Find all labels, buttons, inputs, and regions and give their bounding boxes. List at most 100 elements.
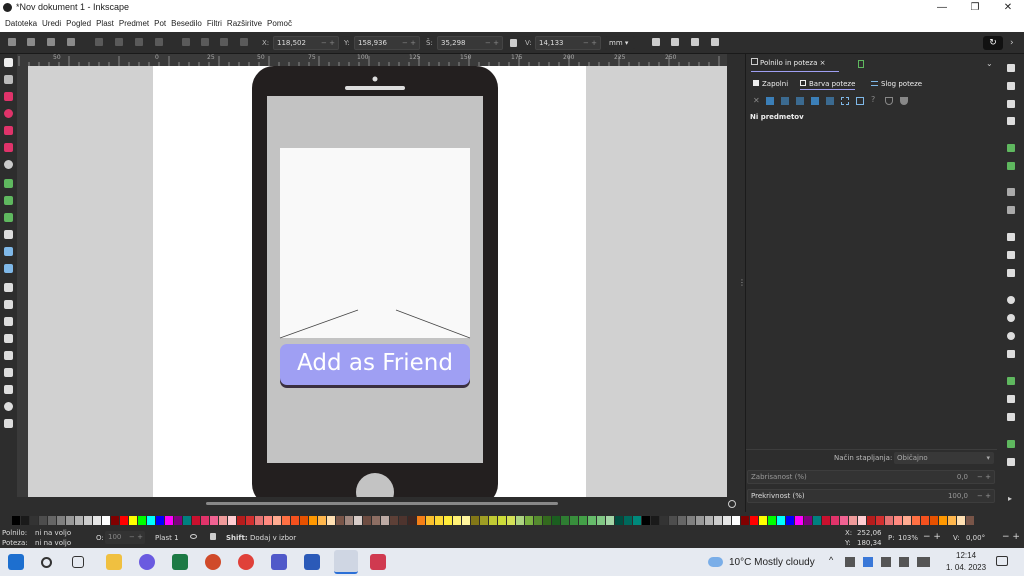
layer-name[interactable]: Plast 1 bbox=[155, 534, 179, 542]
w-field[interactable]: 35,298− + bbox=[437, 36, 503, 50]
raise-top-icon[interactable] bbox=[182, 38, 190, 46]
weather-text[interactable]: 10°C Mostly cloudy bbox=[729, 557, 815, 568]
redo-icon[interactable] bbox=[1007, 206, 1015, 214]
open-icon[interactable] bbox=[1007, 82, 1015, 90]
panel-tab[interactable]: Polnilo in poteza × bbox=[751, 58, 839, 72]
pages-tool-icon[interactable] bbox=[4, 419, 13, 428]
rotation-stepper[interactable]: − + bbox=[1002, 532, 1020, 542]
lock-icon[interactable] bbox=[510, 39, 517, 47]
deselect-icon[interactable] bbox=[47, 38, 55, 46]
tray-icons[interactable] bbox=[845, 557, 930, 567]
connector-tool-icon[interactable] bbox=[4, 368, 13, 377]
powerpoint-icon[interactable] bbox=[205, 554, 221, 570]
unset-paint-icon[interactable]: ? bbox=[871, 95, 875, 104]
opacity-field[interactable]: Prekrivnost (%) 100,0− + bbox=[747, 489, 995, 503]
subtab-fill[interactable]: Zapolni bbox=[753, 80, 788, 88]
excel-icon[interactable] bbox=[172, 554, 188, 570]
spray-tool-icon[interactable] bbox=[4, 334, 13, 343]
blur-field[interactable]: Zabrisanost (%) 0,0− + bbox=[747, 470, 995, 484]
unit-select[interactable]: mm ▾ bbox=[605, 36, 635, 50]
move-pattern-icon[interactable] bbox=[711, 38, 719, 46]
panel-menu-icon[interactable]: ⌄ bbox=[986, 59, 993, 68]
paste-icon[interactable] bbox=[1007, 269, 1015, 277]
lower-icon[interactable] bbox=[220, 38, 228, 46]
subtab-stroke-style[interactable]: Slog poteze bbox=[871, 80, 922, 88]
clock-date[interactable]: 1. 04. 2023 bbox=[946, 563, 986, 572]
clone-icon[interactable] bbox=[1007, 395, 1015, 403]
raise-icon[interactable] bbox=[201, 38, 209, 46]
node-tool-icon[interactable] bbox=[4, 75, 13, 84]
layer-visibility-icon[interactable] bbox=[190, 534, 197, 539]
h-field[interactable]: 14,133− + bbox=[535, 36, 601, 50]
zoom-stepper[interactable]: − + bbox=[923, 532, 941, 542]
measure-tool-icon[interactable] bbox=[4, 385, 13, 394]
media-player-icon[interactable] bbox=[139, 554, 155, 570]
pen-tool-icon[interactable] bbox=[4, 179, 13, 188]
flip-v-icon[interactable] bbox=[155, 38, 163, 46]
pencil-tool-icon[interactable] bbox=[4, 196, 13, 205]
horizontal-scrollbar[interactable] bbox=[206, 502, 558, 505]
rectangle-tool-icon[interactable] bbox=[4, 92, 13, 101]
swatch-grid-icon[interactable] bbox=[856, 97, 864, 105]
ungroup-icon[interactable] bbox=[1007, 458, 1015, 466]
menu-uredi[interactable]: Uredi bbox=[42, 16, 61, 32]
subtab-stroke-paint[interactable]: Barva poteze bbox=[800, 80, 856, 90]
group-icon[interactable] bbox=[1007, 440, 1015, 448]
menu-plast[interactable]: Plast bbox=[96, 16, 114, 32]
copy-icon[interactable] bbox=[1007, 233, 1015, 241]
rotate-cw-icon[interactable] bbox=[115, 38, 123, 46]
maximize-button[interactable]: ❐ bbox=[968, 1, 982, 15]
no-paint-icon[interactable]: ✕ bbox=[753, 96, 760, 105]
command-palette-button[interactable]: ↻ bbox=[983, 36, 1003, 50]
rotation-value[interactable]: 0,00° bbox=[966, 534, 985, 542]
menu-datoteka[interactable]: Datoteka bbox=[5, 16, 37, 32]
color-palette[interactable] bbox=[0, 512, 1024, 526]
chrome-icon[interactable] bbox=[238, 554, 254, 570]
opacity-status-field[interactable]: 100− + bbox=[105, 531, 145, 544]
phone-mockup-drawing[interactable] bbox=[28, 66, 727, 497]
unlink-clone-icon[interactable] bbox=[1007, 413, 1015, 421]
import-icon[interactable] bbox=[1007, 144, 1015, 152]
menu-pogled[interactable]: Pogled bbox=[66, 16, 91, 32]
commands-overflow-icon[interactable]: ▸ bbox=[1008, 494, 1012, 503]
mesh-gradient-icon[interactable] bbox=[811, 97, 819, 105]
canvas-rotate-icon[interactable] bbox=[728, 500, 736, 508]
move-gradient-icon[interactable] bbox=[691, 38, 699, 46]
menu-predmet[interactable]: Predmet bbox=[119, 16, 149, 32]
y-field[interactable]: 158,936− + bbox=[354, 36, 420, 50]
calligraphy-tool-icon[interactable] bbox=[4, 213, 13, 222]
canvas[interactable]: Add as Friend bbox=[28, 66, 727, 497]
scale-stroke-icon[interactable] bbox=[652, 38, 660, 46]
spiral-tool-icon[interactable] bbox=[4, 160, 13, 169]
paint-bucket-icon[interactable] bbox=[4, 300, 13, 309]
word-icon[interactable] bbox=[304, 554, 320, 570]
windows-start-icon[interactable] bbox=[8, 554, 24, 570]
touch-select-icon[interactable] bbox=[67, 38, 75, 46]
dropper-tool-icon[interactable] bbox=[4, 283, 13, 292]
tray-chevron-icon[interactable]: ^ bbox=[829, 555, 833, 565]
zoom-value[interactable]: 103% bbox=[898, 534, 918, 542]
fill-rule-evenodd-icon[interactable] bbox=[885, 97, 893, 105]
zoom-width-icon[interactable] bbox=[1007, 350, 1015, 358]
clock-time[interactable]: 12:14 bbox=[956, 551, 976, 560]
menu-pomoc[interactable]: Pomoč bbox=[267, 16, 292, 32]
blend-mode-select[interactable]: Običajno ▾ bbox=[894, 452, 994, 464]
text-tool-icon[interactable] bbox=[4, 230, 13, 239]
snipping-tool-icon[interactable] bbox=[370, 554, 386, 570]
select-all-icon[interactable] bbox=[8, 38, 16, 46]
3d-box-tool-icon[interactable] bbox=[4, 143, 13, 152]
teams-icon[interactable] bbox=[271, 554, 287, 570]
new-icon[interactable] bbox=[1007, 64, 1015, 72]
star-tool-icon[interactable] bbox=[4, 126, 13, 135]
x-field[interactable]: 118,502− + bbox=[273, 36, 339, 50]
flip-h-icon[interactable] bbox=[135, 38, 143, 46]
inkscape-taskbar-icon[interactable] bbox=[334, 550, 358, 574]
selector-tool-icon[interactable] bbox=[4, 58, 13, 67]
zoom-tool-icon[interactable] bbox=[4, 402, 13, 411]
file-explorer-icon[interactable] bbox=[106, 554, 122, 570]
tweak-tool-icon[interactable] bbox=[4, 317, 13, 326]
new-document-icon[interactable] bbox=[858, 60, 864, 68]
radial-gradient-icon[interactable] bbox=[796, 97, 804, 105]
rotate-ccw-icon[interactable] bbox=[95, 38, 103, 46]
duplicate-icon[interactable] bbox=[1007, 377, 1015, 385]
